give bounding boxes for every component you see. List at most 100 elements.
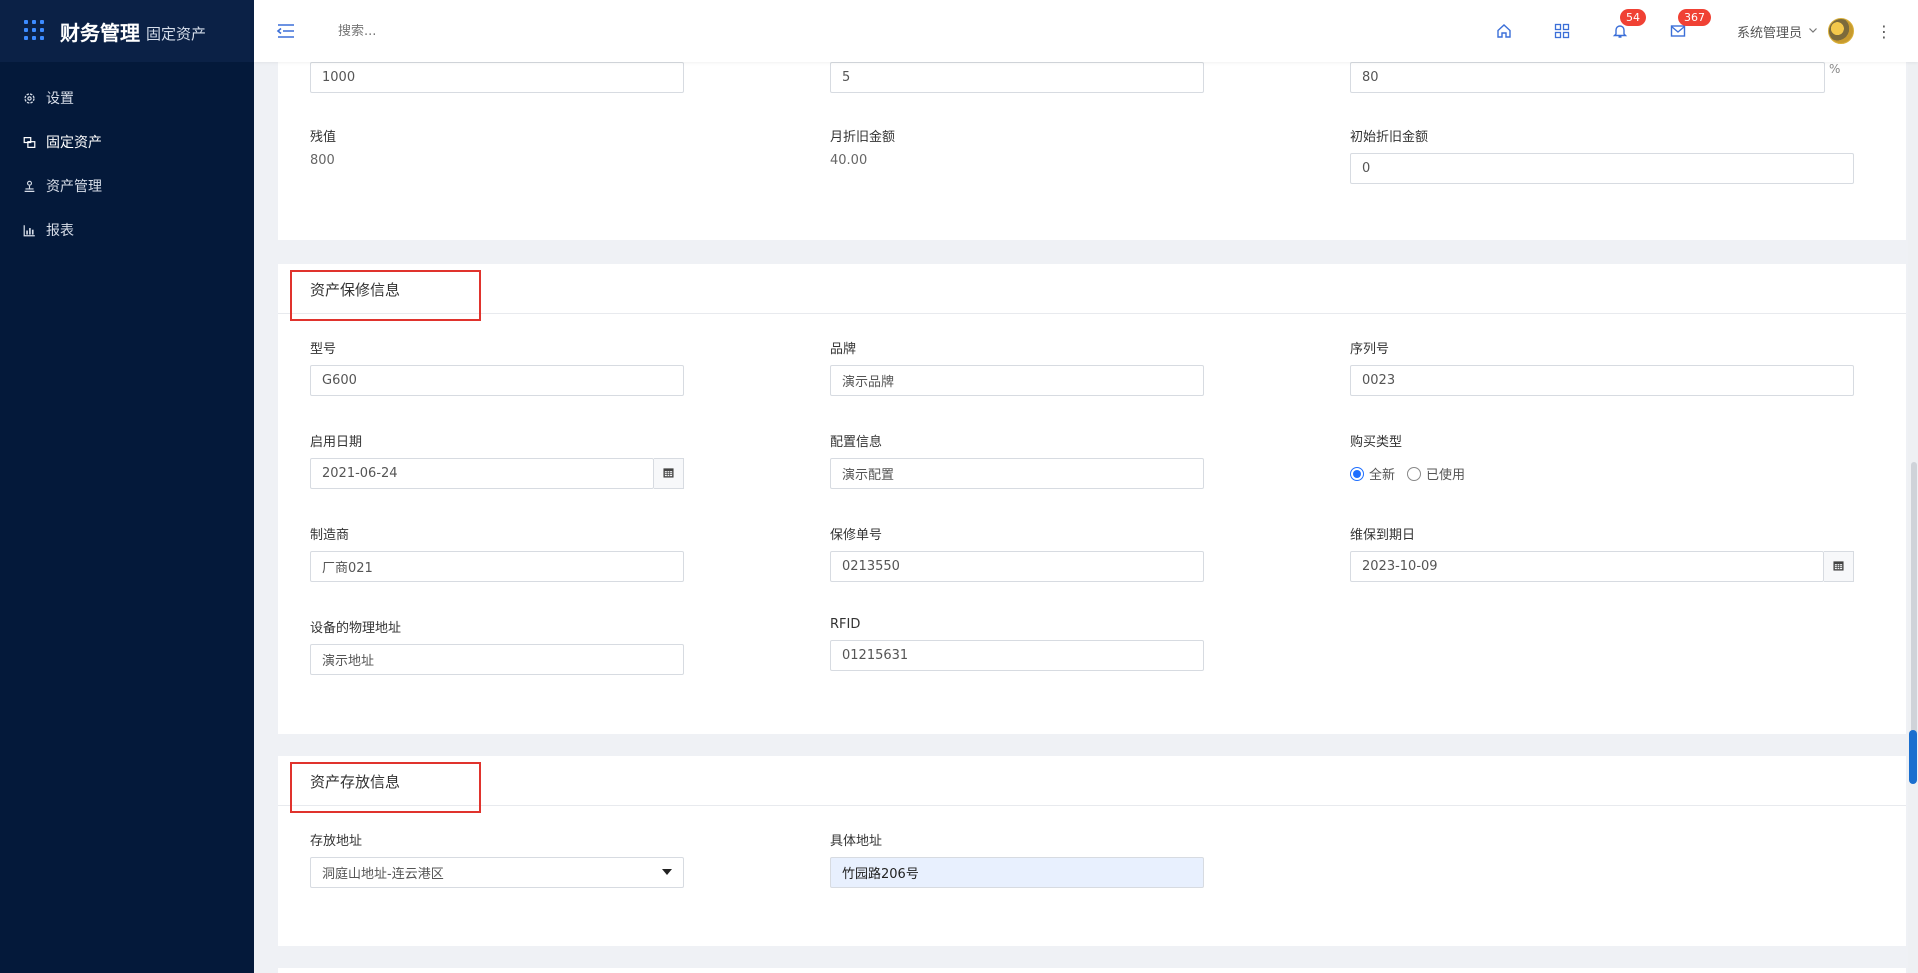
purchase-type-label: 购买类型 [1350, 435, 1403, 450]
monthly-label: 月折旧金额 [830, 130, 896, 145]
radio-used[interactable]: 已使用 [1407, 464, 1465, 483]
brand-label: 品牌 [830, 342, 857, 357]
app-subtitle: 固定资产 [146, 24, 207, 43]
highlight-box [290, 762, 481, 813]
warranty-no-label: 保修单号 [830, 528, 883, 543]
serial-field: 序列号 0023 [1350, 338, 1854, 396]
caret-down-icon [662, 865, 672, 880]
initial-value-input[interactable]: 0 [1350, 153, 1854, 184]
warranty-card-header: 资产保修信息 [278, 264, 1906, 314]
original-value-input[interactable]: 1000 [310, 62, 684, 93]
storage-card-header: 资产存放信息 [278, 756, 1906, 806]
model-label: 型号 [310, 342, 337, 357]
radio-button-checked[interactable] [1350, 466, 1364, 481]
detail-address-label: 具体地址 [830, 834, 883, 849]
model-field: 型号 G600 [310, 338, 684, 396]
vertical-scrollbar[interactable] [1908, 62, 1918, 973]
warranty-no-input[interactable]: 0213550 [830, 551, 1204, 582]
chart-icon [22, 223, 36, 237]
location-field: 存放地址 洞庭山地址-连云港区 [310, 830, 684, 888]
config-label: 配置信息 [830, 435, 883, 450]
brand-input[interactable]: 演示品牌 [830, 365, 1204, 396]
detail-address-field: 具体地址 竹园路206号 [830, 830, 1204, 888]
sidebar-item-label: 报表 [46, 223, 74, 239]
sidebar-item-reports[interactable]: 报表 [0, 208, 254, 252]
main-content: 1000 5 80 % 残值 800 月折旧金额 40.00 初始折旧金额 0 … [254, 62, 1918, 973]
brand-field: 品牌 演示品牌 [830, 338, 1204, 396]
monthly-field: 月折旧金额 40.00 [830, 126, 895, 168]
radio-label: 全新 [1369, 468, 1396, 483]
address-label: 设备的物理地址 [310, 621, 402, 636]
top-header: 54 367 系统管理员 ⋮ [254, 0, 1918, 62]
gear-icon [22, 91, 36, 105]
sidebar-item-fixed-assets[interactable]: 固定资产 [0, 120, 254, 164]
radio-new[interactable]: 全新 [1350, 464, 1395, 483]
start-date-picker: 2021-06-24 [310, 458, 684, 489]
model-input[interactable]: G600 [310, 365, 684, 396]
address-field: 设备的物理地址 演示地址 [310, 617, 684, 675]
radio-button[interactable] [1407, 466, 1422, 481]
purchase-type-radios: 全新 已使用 [1350, 458, 1477, 489]
assets-icon [22, 135, 36, 149]
sidebar-item-asset-management[interactable]: 资产管理 [0, 164, 254, 208]
header-actions: 54 367 系统管理员 ⋮ [1475, 0, 1918, 62]
apps-grid-icon[interactable] [24, 20, 46, 42]
rate-field: 80 [1350, 62, 1825, 93]
expiry-label: 维保到期日 [1350, 528, 1416, 543]
expiry-date-picker: 2023-10-09 [1350, 551, 1854, 582]
address-input[interactable]: 演示地址 [310, 644, 684, 675]
next-card-edge [278, 968, 1906, 973]
config-input[interactable]: 演示配置 [830, 458, 1204, 489]
purchase-type-field: 购买类型 全新 已使用 [1350, 431, 1477, 489]
highlight-box [290, 270, 481, 321]
monthly-value: 40.00 [830, 153, 868, 168]
start-date-label: 启用日期 [310, 435, 363, 450]
search-input[interactable] [338, 23, 638, 39]
maker-field: 制造商 厂商021 [310, 524, 684, 582]
maker-label: 制造商 [310, 528, 350, 543]
depreciation-card: 1000 5 80 % 残值 800 月折旧金额 40.00 初始折旧金额 0 [278, 62, 1906, 240]
bell-icon[interactable]: 54 [1610, 9, 1646, 41]
rate-input[interactable]: 80 [1350, 62, 1825, 93]
messages-badge: 367 [1677, 9, 1711, 26]
original-value-field: 1000 [310, 62, 684, 93]
chevron-down-icon [1808, 24, 1818, 39]
home-icon[interactable] [1494, 21, 1514, 41]
residual-value: 800 [310, 153, 335, 168]
more-options-icon[interactable]: ⋮ [1876, 22, 1892, 41]
calendar-icon [1833, 559, 1844, 575]
location-selected: 洞庭山地址-连云港区 [322, 867, 444, 882]
mail-icon[interactable]: 367 [1668, 9, 1711, 41]
rfid-label: RFID [830, 617, 861, 632]
calendar-icon [663, 466, 674, 482]
years-field: 5 [830, 62, 1204, 93]
sidebar-item-label: 资产管理 [46, 179, 102, 195]
user-name: 系统管理员 [1736, 25, 1802, 41]
menu-toggle-icon[interactable] [276, 22, 298, 40]
initial-field: 初始折旧金额 0 [1350, 126, 1854, 184]
start-date-input[interactable]: 2021-06-24 [310, 458, 654, 489]
config-field: 配置信息 演示配置 [830, 431, 1204, 489]
calendar-button[interactable] [1824, 551, 1854, 582]
rfid-input[interactable]: 01215631 [830, 640, 1204, 671]
sidebar-item-settings[interactable]: 设置 [0, 76, 254, 120]
rfid-field: RFID 01215631 [830, 617, 1204, 671]
years-input[interactable]: 5 [830, 62, 1204, 93]
sidebar-item-label: 固定资产 [46, 135, 102, 151]
sidebar-item-label: 设置 [46, 91, 74, 107]
avatar[interactable] [1828, 18, 1854, 44]
grid-icon[interactable] [1552, 21, 1572, 41]
scroll-position-marker [1909, 730, 1917, 784]
user-menu[interactable]: 系统管理员 [1737, 18, 1854, 44]
expiry-date-input[interactable]: 2023-10-09 [1350, 551, 1824, 582]
detail-address-input[interactable]: 竹园路206号 [830, 857, 1204, 888]
location-select[interactable]: 洞庭山地址-连云港区 [310, 857, 684, 888]
maker-input[interactable]: 厂商021 [310, 551, 684, 582]
notifications-badge: 54 [1619, 9, 1646, 26]
calendar-button[interactable] [654, 458, 684, 489]
warranty-no-field: 保修单号 0213550 [830, 524, 1204, 582]
start-date-field: 启用日期 2021-06-24 [310, 431, 684, 489]
expiry-field: 维保到期日 2023-10-09 [1350, 524, 1854, 582]
sidebar: 财务管理 固定资产 设置 固定资产 资产管理 报表 [0, 0, 254, 973]
serial-input[interactable]: 0023 [1350, 365, 1854, 396]
